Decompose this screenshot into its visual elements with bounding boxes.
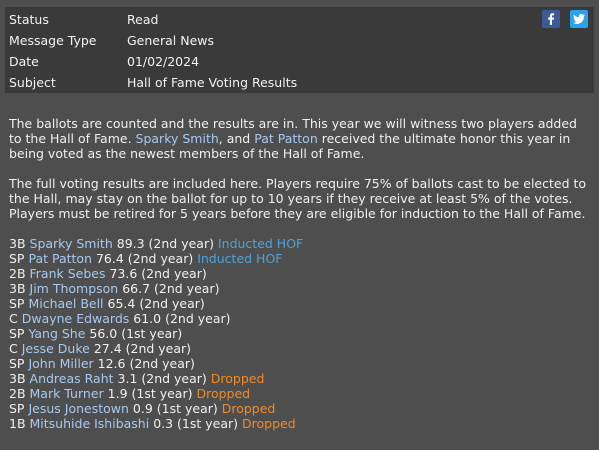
player-vote-stats: 61.0 (2nd year) [133, 311, 231, 326]
status-label: Status [9, 12, 49, 27]
player-vote-stats: 66.7 (2nd year) [122, 281, 220, 296]
player-position: 2B [9, 386, 26, 401]
result-row: C Dwayne Edwards 61.0 (2nd year) [9, 311, 593, 326]
dropped-status: Dropped [196, 386, 251, 401]
player-name-link[interactable]: Sparky Smith [30, 236, 113, 251]
message-body: The ballots are counted and the results … [9, 116, 593, 236]
date-label: Date [9, 54, 39, 69]
facebook-icon [548, 13, 555, 25]
player-vote-stats: 76.4 (2nd year) [95, 251, 194, 266]
player-position: 3B [9, 371, 26, 386]
player-name-link[interactable]: Dwayne Edwards [22, 311, 130, 326]
subject-value: Hall of Fame Voting Results [127, 75, 298, 90]
dropped-status: Dropped [221, 401, 276, 416]
player-name-link[interactable]: Yang She [28, 326, 85, 341]
intro-paragraph: The ballots are counted and the results … [9, 116, 593, 161]
player-name-link[interactable]: Pat Patton [28, 251, 92, 266]
result-row: 2B Mark Turner 1.9 (1st year) Dropped [9, 386, 593, 401]
player-position: 1B [9, 416, 26, 431]
player-vote-stats: 73.6 (2nd year) [109, 266, 207, 281]
player-position: C [9, 311, 18, 326]
result-row: SP Jesus Jonestown 0.9 (1st year) Droppe… [9, 401, 593, 416]
status-value: Read [127, 12, 159, 27]
player-name-link[interactable]: Mark Turner [30, 386, 104, 401]
player-vote-stats: 89.3 (2nd year) [116, 236, 214, 251]
message-type-value: General News [127, 33, 215, 48]
result-row: 1B Mitsuhide Ishibashi 0.3 (1st year) Dr… [9, 416, 593, 431]
player-position: 3B [9, 281, 26, 296]
player-name-link[interactable]: Jim Thompson [30, 281, 119, 296]
player-name-link[interactable]: Michael Bell [28, 296, 103, 311]
player-name-link[interactable]: John Miller [28, 356, 93, 371]
player-vote-stats: 56.0 (1st year) [89, 326, 183, 341]
twitter-icon [573, 14, 585, 24]
player-position: SP [9, 356, 25, 371]
player-name-link[interactable]: Mitsuhide Ishibashi [30, 416, 150, 431]
result-row: 3B Sparky Smith 89.3 (2nd year) Inducted… [9, 236, 593, 251]
player-name-link[interactable]: Frank Sebes [30, 266, 106, 281]
player-position: 2B [9, 266, 26, 281]
player-position: SP [9, 401, 25, 416]
player-vote-stats: 0.3 (1st year) [153, 416, 239, 431]
date-value: 01/02/2024 [127, 54, 200, 69]
player-name-link[interactable]: Andreas Raht [30, 371, 114, 386]
result-row: SP Pat Patton 76.4 (2nd year) Inducted H… [9, 251, 593, 266]
rules-paragraph: The full voting results are included her… [9, 176, 587, 221]
dropped-status: Dropped [242, 416, 296, 431]
result-row: 3B Jim Thompson 66.7 (2nd year) [9, 281, 593, 296]
player-vote-stats: 12.6 (2nd year) [97, 356, 195, 371]
facebook-share-button[interactable] [542, 10, 560, 28]
twitter-share-button[interactable] [570, 10, 588, 28]
player-vote-stats: 65.4 (2nd year) [107, 296, 205, 311]
result-row: C Jesse Duke 27.4 (2nd year) [9, 341, 593, 356]
intro-text-2: , and [218, 131, 255, 146]
player-position: 3B [9, 236, 26, 251]
inducted-status: Inducted HOF [217, 236, 304, 251]
player-position: SP [9, 296, 25, 311]
dropped-status: Dropped [210, 371, 265, 386]
player-position: SP [9, 326, 25, 341]
player-position: C [9, 341, 18, 356]
player-link-sparky-smith[interactable]: Sparky Smith [136, 131, 219, 146]
message-header: Status Read Message Type General News Da… [5, 7, 594, 93]
result-row: SP Yang She 56.0 (1st year) [9, 326, 593, 341]
result-row: 2B Frank Sebes 73.6 (2nd year) [9, 266, 593, 281]
player-link-pat-patton[interactable]: Pat Patton [254, 131, 318, 146]
player-name-link[interactable]: Jesus Jonestown [28, 401, 128, 416]
inducted-status: Inducted HOF [197, 251, 283, 266]
player-vote-stats: 0.9 (1st year) [132, 401, 218, 416]
voting-results-list: 3B Sparky Smith 89.3 (2nd year) Inducted… [9, 236, 593, 431]
result-row: SP Michael Bell 65.4 (2nd year) [9, 296, 593, 311]
player-vote-stats: 3.1 (2nd year) [117, 371, 207, 386]
result-row: SP John Miller 12.6 (2nd year) [9, 356, 593, 371]
subject-label: Subject [9, 75, 56, 90]
message-type-label: Message Type [9, 33, 97, 48]
player-name-link[interactable]: Jesse Duke [22, 341, 90, 356]
player-position: SP [9, 251, 25, 266]
player-vote-stats: 27.4 (2nd year) [93, 341, 192, 356]
result-row: 3B Andreas Raht 3.1 (2nd year) Dropped [9, 371, 593, 386]
player-vote-stats: 1.9 (1st year) [107, 386, 193, 401]
